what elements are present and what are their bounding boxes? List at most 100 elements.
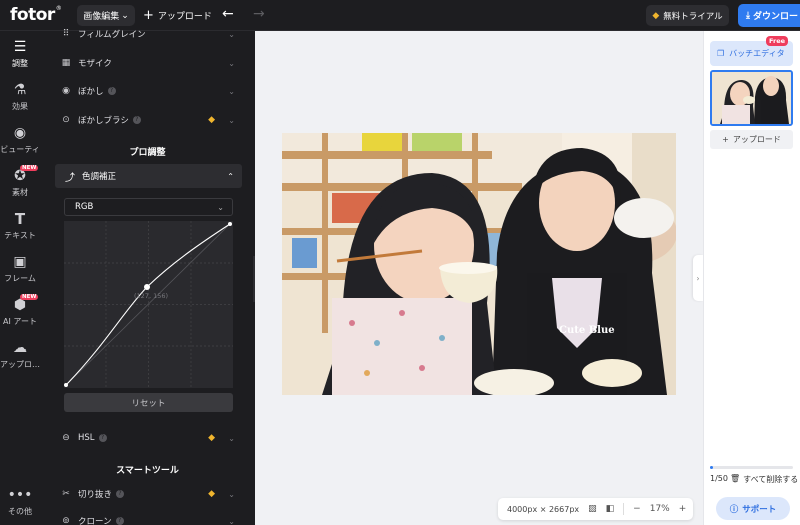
progress-fill — [710, 466, 713, 469]
upload-label: アップロード — [157, 12, 212, 22]
help-icon[interactable]: ? — [115, 517, 124, 525]
nav-item-adjust[interactable]: ☰ 調整 — [0, 38, 40, 78]
hsl-label: HSL — [78, 433, 95, 443]
smart-tools-title: スマートツール — [116, 466, 179, 476]
clone-label: クローン — [78, 517, 112, 525]
help-icon[interactable]: ? — [132, 116, 141, 124]
nav-item-ai-art[interactable]: NEW ⬢ AI アート — [0, 294, 40, 336]
zoom-in-icon[interactable]: + — [679, 504, 687, 514]
upload-progress-bar — [710, 466, 793, 469]
zoom-bar: 4000px × 2667px ▨ ◧ − 17% + — [498, 498, 693, 520]
nav-label: その他 — [8, 507, 32, 516]
add-upload-label: アップロード — [732, 135, 781, 144]
diamond-icon: ◆ — [208, 489, 215, 499]
clone-icon: ⊚ — [62, 516, 70, 525]
pro-adjust-title: プロ調整 — [129, 148, 166, 158]
text-icon: T — [14, 210, 26, 228]
plus-icon: + — [143, 8, 154, 23]
curve-endpoint[interactable] — [64, 383, 68, 387]
free-trial-button[interactable]: ◆ 無料トライアル — [646, 5, 729, 26]
nav-item-frames[interactable]: ▣ フレーム — [0, 253, 40, 293]
chevron-up-icon: ⌃ — [227, 171, 234, 181]
blur-brush-icon: ⊙ — [62, 115, 70, 125]
nav-label: 調整 — [12, 59, 28, 68]
chevron-down-icon: ⌄ — [228, 115, 235, 125]
free-trial-label: 無料トライアル — [663, 11, 723, 22]
download-label: ダウンロー — [752, 12, 798, 22]
mosaic-row[interactable]: ▦ モザイク ⌄ — [60, 52, 255, 74]
help-icon[interactable]: ? — [107, 87, 116, 95]
left-nav: ☰ 調整 ⚗ 効果 ◉ ビューティ NEW ✪ 素材 T テキスト ▣ フレーム… — [0, 31, 40, 525]
sliders-icon: ☰ — [13, 39, 27, 55]
nav-label: AI アート — [3, 317, 37, 326]
app-root: fotor® 画像編集 ⌄ + アップロード ← → ◆ 無料トライアル ⤓ ダ… — [0, 0, 800, 525]
help-icon[interactable]: ? — [98, 434, 107, 442]
nav-label: ビューティ — [0, 145, 40, 154]
divider — [623, 503, 625, 515]
channel-select[interactable]: RGB ⌄ — [64, 198, 233, 216]
curves-label: 色調補正 — [82, 172, 117, 182]
chevron-down-icon: ⌄ — [228, 516, 235, 525]
more-icon: ••• — [7, 487, 33, 503]
clone-row[interactable]: ⊚ クローン ? ⌄ — [60, 510, 255, 525]
photo-image: Cute Blue — [282, 133, 676, 395]
help-icon[interactable]: ? — [116, 490, 125, 498]
diamond-icon: ◆ — [208, 433, 215, 443]
diamond-icon: ◆ — [208, 115, 215, 125]
film-grain-label: フィルムグレイン — [78, 30, 146, 40]
curve-graph[interactable]: (127, 156) — [64, 221, 233, 388]
batch-icon: ❐ — [717, 49, 725, 58]
trash-icon: 🗑 — [730, 474, 741, 483]
blur-label: ぼかし — [78, 87, 104, 97]
blur-brush-row[interactable]: ⊙ ぼかしブラシ ? ◆ ⌄ — [60, 109, 255, 131]
nav-item-text[interactable]: T テキスト — [0, 210, 40, 250]
download-button[interactable]: ⤓ ダウンロー — [738, 4, 800, 27]
image-thumbnail[interactable] — [710, 70, 793, 126]
curve-control-point[interactable] — [144, 284, 150, 290]
nav-item-effects[interactable]: ⚗ 効果 — [0, 81, 40, 121]
curve-editor[interactable]: (127, 156) — [64, 221, 233, 388]
flask-icon: ⚗ — [13, 82, 27, 98]
add-upload-button[interactable]: + アップロード — [710, 130, 793, 149]
curve-endpoint[interactable] — [228, 222, 232, 226]
eye-icon: ◉ — [13, 125, 27, 141]
delete-all-button[interactable]: 🗑 すべて削除する — [730, 474, 798, 485]
chevron-right-icon: › — [696, 273, 700, 283]
image-icon[interactable]: ▨ — [588, 504, 597, 514]
undo-icon[interactable]: ← — [222, 6, 234, 22]
nav-item-more[interactable]: ••• その他 — [0, 486, 40, 525]
mosaic-icon: ▦ — [61, 58, 71, 68]
hsl-row[interactable]: ⊖ HSL ? ◆ ⌄ — [60, 427, 255, 449]
nav-item-elements[interactable]: NEW ✪ 素材 — [0, 165, 40, 207]
nav-label: テキスト — [4, 231, 36, 240]
nav-item-beauty[interactable]: ◉ ビューティ — [0, 124, 40, 164]
photo-canvas[interactable]: Cute Blue — [282, 133, 676, 395]
plus-icon: + — [722, 135, 729, 144]
redo-icon[interactable]: → — [253, 6, 265, 22]
support-button[interactable]: ⓘ サポート — [716, 497, 790, 520]
thumbnail-image — [712, 72, 791, 124]
curves-header[interactable]: ⤴ 色調補正 ⌃ — [55, 164, 242, 188]
compare-icon[interactable]: ◧ — [606, 504, 615, 514]
expand-right-panel-button[interactable]: › — [693, 255, 703, 301]
zoom-level: 17% — [649, 504, 670, 514]
scissors-icon: ✂ — [62, 489, 70, 499]
image-edit-label: 画像編集 — [83, 12, 120, 22]
fotor-logo[interactable]: fotor® — [10, 5, 62, 25]
crop-row[interactable]: ✂ 切り抜き ? ◆ ⌄ — [60, 483, 255, 505]
image-count: 1/50 — [710, 474, 728, 483]
blur-row[interactable]: ◉ ぼかし ? ⌄ — [60, 80, 255, 102]
chevron-down-icon: ⌄ — [228, 86, 235, 96]
crop-label: 切り抜き — [78, 490, 113, 500]
nav-item-uploads[interactable]: ☁ アップロ… — [0, 339, 40, 379]
film-grain-row[interactable]: ⠿ フィルムグレイン ⌄ — [60, 23, 255, 45]
chevron-down-icon: ⌄ — [228, 29, 235, 39]
free-badge: Free — [766, 36, 789, 46]
channel-value: RGB — [75, 202, 94, 212]
zoom-out-icon[interactable]: − — [633, 504, 641, 514]
reset-button[interactable]: リセット — [64, 393, 233, 412]
help-circle-icon: ⓘ — [729, 504, 739, 515]
blur-brush-label: ぼかしブラシ — [78, 116, 129, 126]
film-grain-icon: ⠿ — [62, 29, 70, 39]
image-dimensions: 4000px × 2667px — [507, 504, 580, 514]
